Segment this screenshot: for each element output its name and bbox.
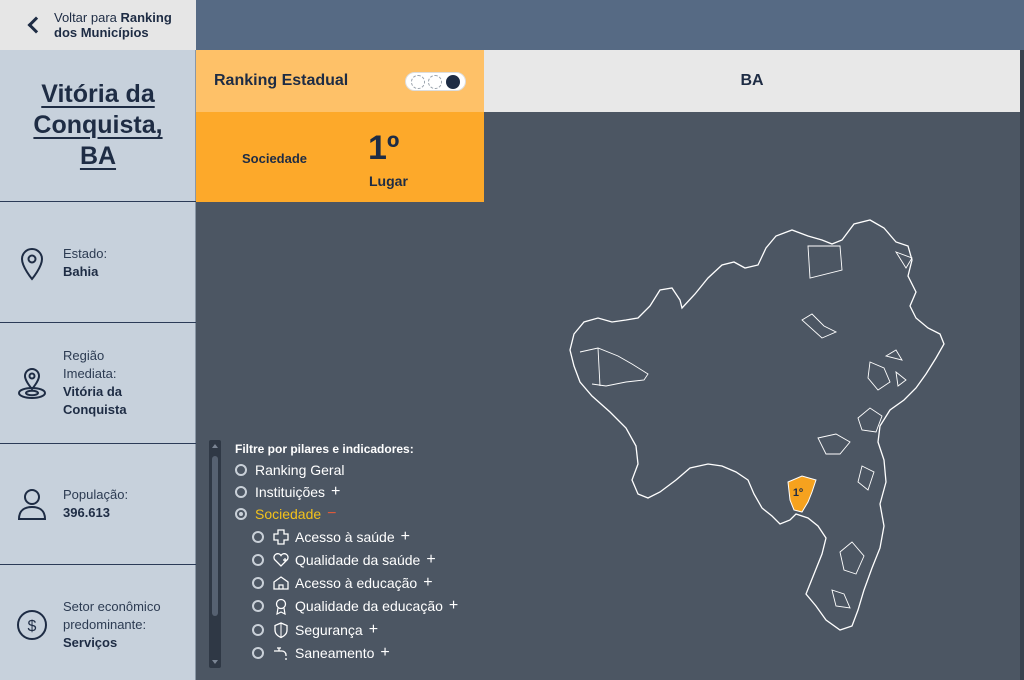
radio-button[interactable] xyxy=(235,464,247,476)
option-label: Sociedade xyxy=(255,506,322,522)
info-card-region: Região Imediata: Vitória da Conquista xyxy=(0,323,196,444)
option-label: Acesso à educação xyxy=(295,575,418,591)
filter-option-saneamento[interactable]: Saneamento + xyxy=(252,644,390,662)
expand-icon[interactable]: + xyxy=(331,484,340,500)
location-pin-icon xyxy=(20,248,44,281)
filter-option-sociedade[interactable]: Sociedade − xyxy=(235,506,337,522)
top-bar xyxy=(196,0,1024,50)
scroll-up-arrow[interactable] xyxy=(212,444,218,448)
expand-icon[interactable]: + xyxy=(380,645,389,661)
ranking-pillar: Sociedade xyxy=(242,151,308,166)
info-label: Setor econômico predominante: xyxy=(63,599,161,632)
info-label: Região Imediata: xyxy=(63,348,117,381)
info-value: 396.613 xyxy=(63,505,110,520)
filter-scrollbar[interactable] xyxy=(209,440,221,668)
info-card-economic-sector: $ Setor econômico predominante: Serviços xyxy=(0,565,196,680)
state-outline xyxy=(569,219,945,631)
region-pin-icon xyxy=(18,368,46,399)
award-icon xyxy=(275,598,287,615)
info-value: Vitória da Conquista xyxy=(63,384,127,417)
option-label: Saneamento xyxy=(295,645,375,661)
ranking-card: Sociedade 1º Lugar xyxy=(196,112,484,202)
scroll-thumb[interactable] xyxy=(212,456,218,616)
school-icon xyxy=(273,576,289,590)
chevron-left-icon xyxy=(27,16,45,34)
option-label: Qualidade da saúde xyxy=(295,552,421,568)
ranking-position-label: Lugar xyxy=(369,173,408,189)
region-border xyxy=(579,245,913,609)
expand-icon[interactable]: + xyxy=(423,575,432,591)
info-label: População: xyxy=(63,487,129,502)
expand-icon[interactable]: + xyxy=(369,622,378,638)
radio-button[interactable] xyxy=(235,486,247,498)
ranking-view-toggle[interactable] xyxy=(405,72,466,91)
info-value: Serviços xyxy=(63,635,118,650)
expand-icon[interactable]: + xyxy=(426,552,435,568)
radio-button[interactable] xyxy=(252,577,264,589)
right-edge xyxy=(1020,50,1024,680)
back-to-ranking-link[interactable]: Voltar para Ranking dos Municípios xyxy=(0,0,196,50)
radio-button[interactable] xyxy=(252,624,264,636)
ranking-title: Ranking Estadual xyxy=(214,72,349,89)
svg-text:$: $ xyxy=(28,618,37,635)
filter-option-qualidade-educacao[interactable]: Qualidade da educação + xyxy=(252,597,458,615)
toggle-option-2[interactable] xyxy=(428,74,443,89)
option-label: Instituições xyxy=(255,484,326,500)
expand-icon[interactable]: + xyxy=(401,529,410,545)
state-label: BA xyxy=(740,72,764,89)
option-label: Ranking Geral xyxy=(255,462,345,478)
filter-option-qualidade-saude[interactable]: Qualidade da saúde + xyxy=(252,551,436,569)
radio-button[interactable] xyxy=(252,531,264,543)
toggle-option-1[interactable] xyxy=(410,74,425,89)
collapse-icon[interactable]: − xyxy=(327,506,336,522)
ranking-header: Ranking Estadual xyxy=(196,50,484,112)
option-label: Segurança xyxy=(295,622,363,638)
faucet-icon xyxy=(274,647,287,660)
toggle-option-3[interactable] xyxy=(446,74,461,89)
info-label: Estado: xyxy=(63,246,108,261)
back-link-text: Voltar para Ranking dos Municípios xyxy=(54,10,172,40)
radio-button[interactable] xyxy=(252,600,264,612)
health-cross-icon xyxy=(273,529,289,545)
info-card-state: Estado: Bahia xyxy=(0,202,196,323)
filter-option-acesso-educacao[interactable]: Acesso à educação + xyxy=(252,574,433,592)
option-label: Acesso à saúde xyxy=(295,529,395,545)
radio-button[interactable] xyxy=(252,554,264,566)
expand-icon[interactable]: + xyxy=(449,598,458,614)
filter-option-ranking-geral[interactable]: Ranking Geral xyxy=(235,462,345,478)
sidebar: Voltar para Ranking dos Municípios Vitór… xyxy=(0,0,196,680)
filter-title: Filtre por pilares e indicadores: xyxy=(235,442,414,456)
radio-button[interactable] xyxy=(252,647,264,659)
option-label: Qualidade da educação xyxy=(295,598,443,614)
heart-health-icon xyxy=(273,553,289,567)
scroll-down-arrow[interactable] xyxy=(212,660,218,664)
filter-option-instituicoes[interactable]: Instituições + xyxy=(235,484,340,500)
radio-button-selected[interactable] xyxy=(235,508,247,520)
municipality-name: Vitória da Conquista, BA xyxy=(33,80,163,170)
person-icon xyxy=(17,489,47,520)
info-card-population: População: 396.613 xyxy=(0,444,196,565)
state-map[interactable]: 1º xyxy=(540,210,960,640)
filter-option-acesso-saude[interactable]: Acesso à saúde + xyxy=(252,528,410,546)
municipality-header: Vitória da Conquista, BA xyxy=(0,50,196,202)
map-marker-label: 1º xyxy=(793,487,803,499)
shield-icon xyxy=(274,622,288,639)
filter-option-seguranca[interactable]: Segurança + xyxy=(252,621,378,639)
state-header: BA xyxy=(484,50,1020,112)
ranking-position: 1º xyxy=(368,129,400,167)
dollar-icon: $ xyxy=(17,610,47,640)
info-value: Bahia xyxy=(63,264,99,279)
